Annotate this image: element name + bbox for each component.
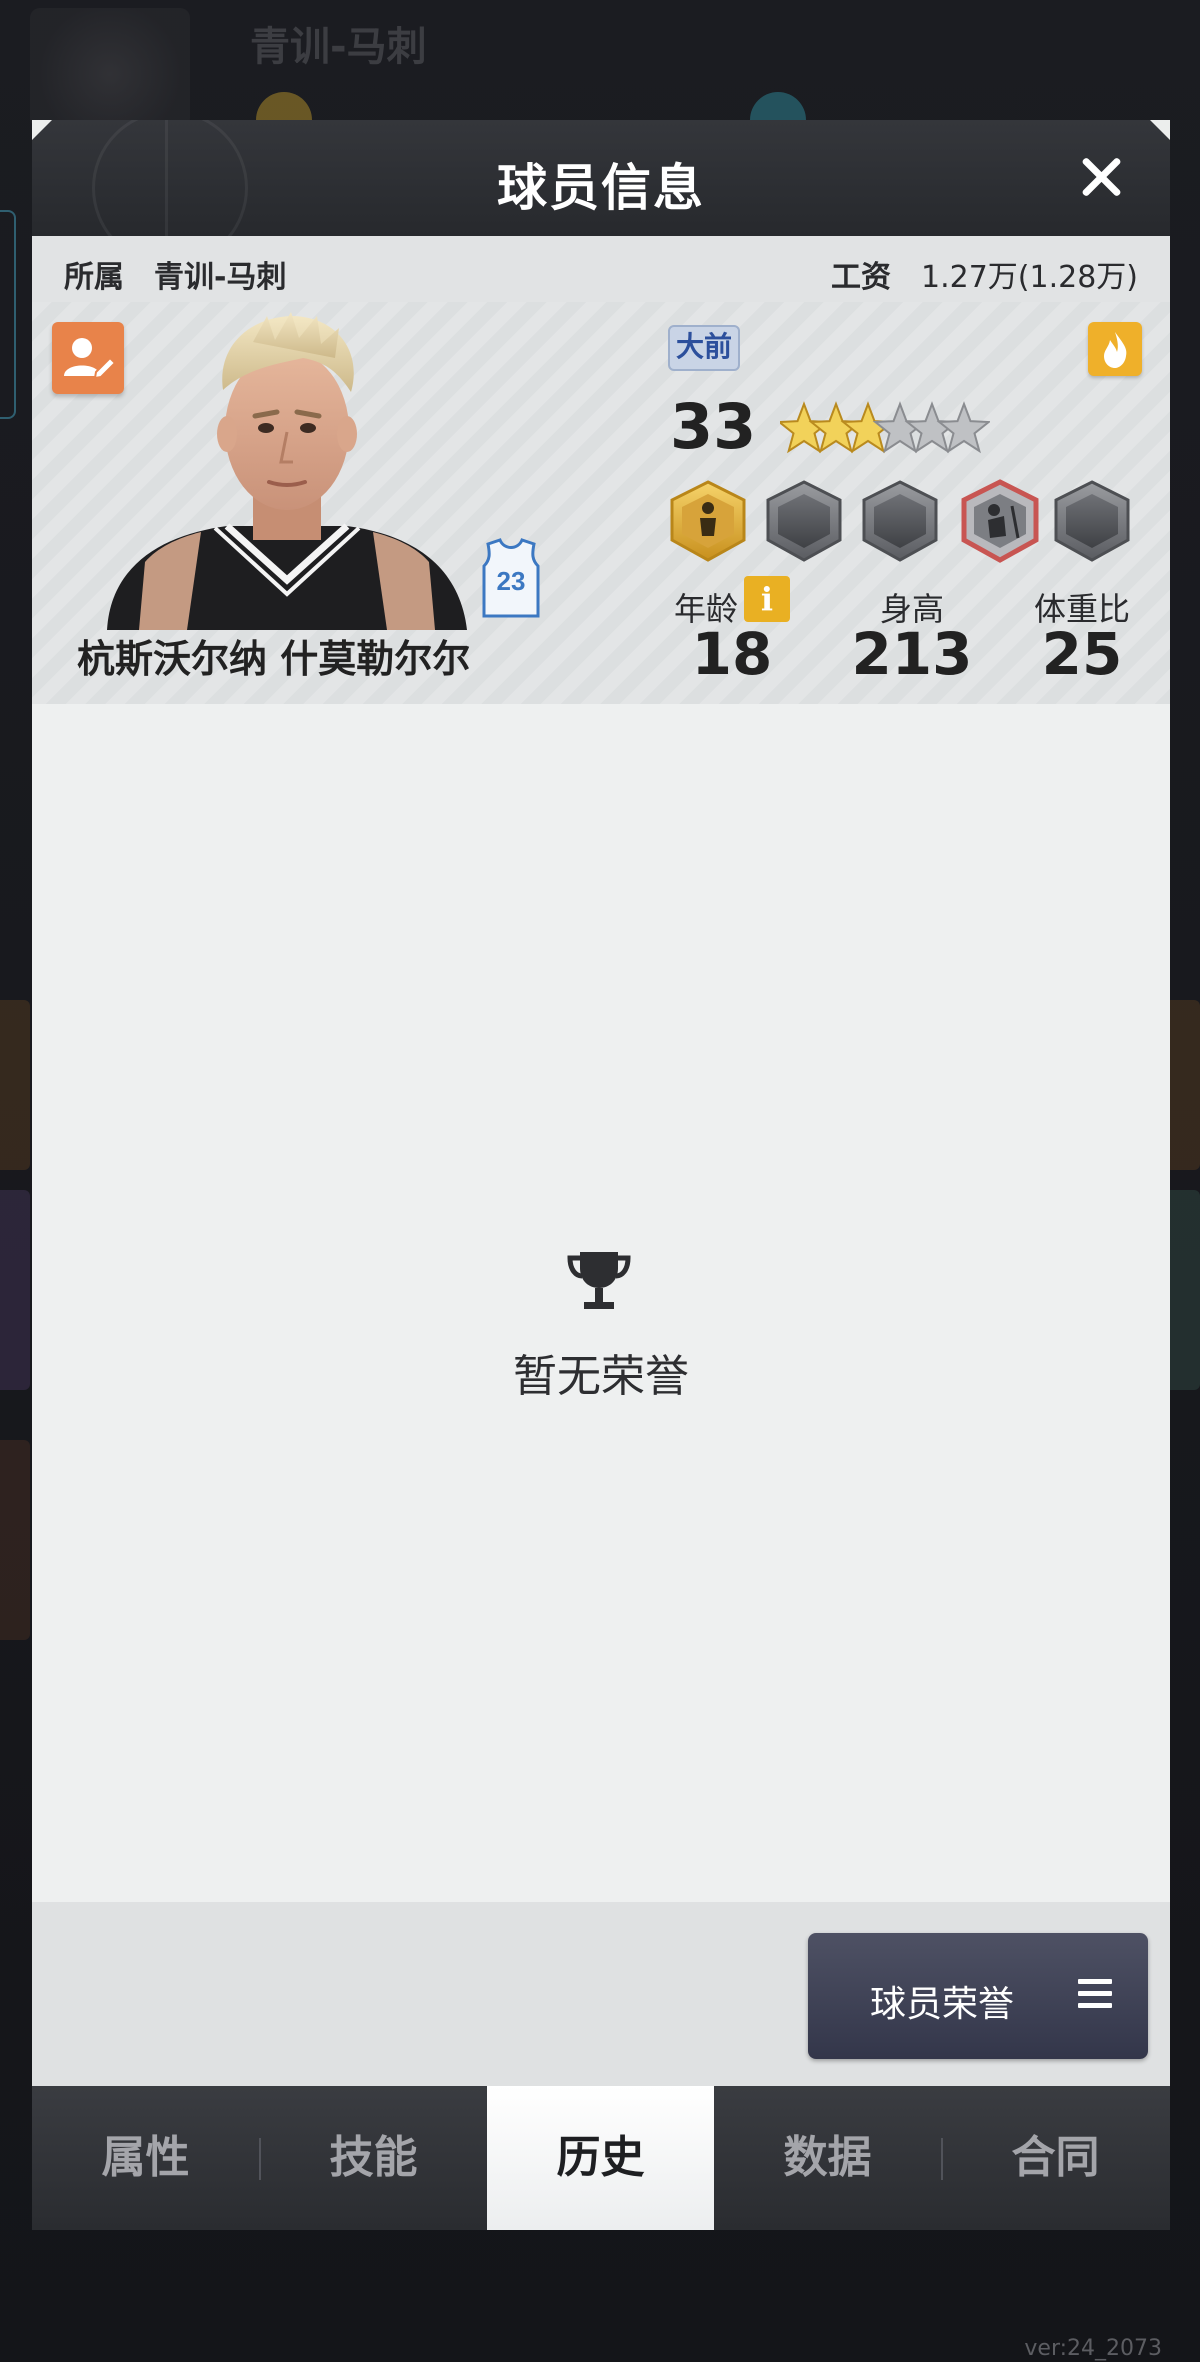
modal-title: 球员信息 [497, 159, 705, 217]
gold-badge-icon [670, 480, 746, 562]
locked-badge-icon [862, 480, 938, 562]
tab-attributes[interactable]: 属性 [32, 2086, 259, 2230]
menu-icon [1078, 1979, 1112, 2009]
star-rating [780, 401, 990, 454]
affiliation: 所属 青训-马刺 [64, 252, 286, 296]
trophy-icon [567, 1252, 631, 1309]
background-strip [0, 1190, 30, 1390]
age-value: 18 [691, 620, 773, 688]
version-label: ver:24_2073 [1024, 2336, 1162, 2361]
locked-badge-icon [1054, 480, 1130, 562]
player-name: 杭斯沃尔纳 什莫勒尔尔 [77, 637, 471, 681]
close-button[interactable] [1074, 150, 1128, 204]
tab-data[interactable]: 数据 [714, 2086, 941, 2230]
player-honors-button[interactable]: 球员荣誉 [808, 1933, 1148, 2059]
player-honors-label: 球员荣誉 [870, 1984, 1015, 2025]
jersey-number: 23 [497, 566, 526, 596]
tab-bar: 属性 技能 历史 数据 合同 [32, 2086, 1170, 2230]
tab-history[interactable]: 历史 [487, 2086, 714, 2230]
age-info-icon[interactable]: i [744, 576, 790, 622]
star-empty-icon [936, 401, 990, 454]
background-side-tab [0, 210, 16, 419]
player-info-modal: 球员信息 所属 青训-马刺 工资 1.27万(1.28万) 23 杭斯沃尔纳 什… [32, 120, 1170, 2230]
flame-icon [1104, 332, 1127, 368]
player-info-bar: 所属 青训-马刺 工资 1.27万(1.28万) [32, 236, 1170, 302]
player-portrait [107, 312, 467, 630]
tab-skills[interactable]: 技能 [260, 2086, 487, 2230]
salary: 工资 1.27万(1.28万) [831, 252, 1138, 296]
jersey-icon: 23 [482, 538, 540, 618]
position-badge: 大前 [668, 325, 741, 371]
background-team-title: 青训-马刺 [250, 24, 427, 70]
background-strip [1170, 1000, 1200, 1170]
background-strip [0, 1000, 30, 1170]
locked-badge-icon [766, 480, 842, 562]
badge-row [670, 479, 1130, 563]
modal-header: 球员信息 [32, 120, 1170, 236]
affiliation-label: 所属 [64, 260, 124, 295]
salary-label: 工资 [830, 260, 891, 295]
empty-honors-text: 暂无荣誉 [513, 1351, 689, 1402]
tab-contract[interactable]: 合同 [942, 2086, 1169, 2230]
player-card: 23 杭斯沃尔纳 什莫勒尔尔 大前 33 年龄 i 身高 体重比 18 213 … [32, 302, 1170, 704]
team-logo [30, 8, 190, 128]
red-badge-icon [961, 479, 1039, 563]
background-strip [0, 1440, 30, 1640]
fire-button[interactable] [1088, 322, 1142, 376]
affiliation-value: 青训-马刺 [154, 260, 287, 295]
overall-rating: 33 [670, 390, 757, 463]
weight-ratio-value: 25 [1041, 620, 1123, 688]
background-strip [1170, 1190, 1200, 1390]
salary-value: 1.27万(1.28万) [920, 260, 1138, 295]
